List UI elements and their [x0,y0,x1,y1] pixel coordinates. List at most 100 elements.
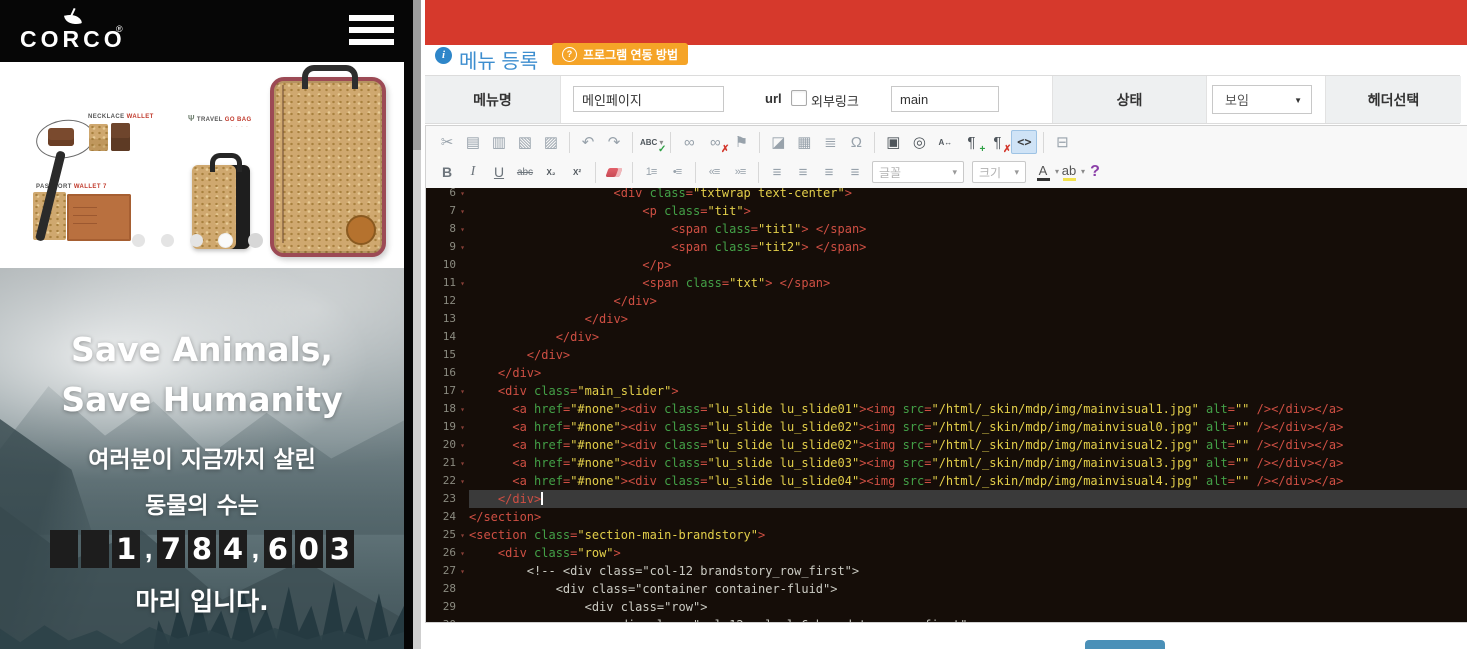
paste-word-icon[interactable]: ▨ [539,130,563,154]
show-blocks-icon[interactable]: ¶+ [959,130,983,154]
fold-arrow-icon[interactable]: ▾ [456,220,469,238]
superscript-button[interactable]: X² [565,160,589,184]
code-area[interactable]: 6▾ <div class="txtwrap text-center">7▾ <… [426,188,1467,622]
code-line-27[interactable]: 27▾ <!-- <div class="col-12 brandstory_r… [426,562,1467,580]
fold-arrow-icon[interactable]: ▾ [456,202,469,220]
fold-arrow-icon[interactable]: ▾ [456,400,469,418]
preview-scrollbar-thumb[interactable] [413,0,421,150]
code-line-29[interactable]: 29 <div class="row"> [426,598,1467,616]
replace-icon[interactable]: A↔ [933,130,957,154]
spellcheck-icon[interactable]: ABC✓▾ [639,130,664,154]
numbered-list-icon[interactable]: 1≡ [639,160,663,184]
indent-icon[interactable]: »≡ [728,160,752,184]
slider-dot[interactable] [219,234,232,247]
code-line-23[interactable]: 23 </div> [426,490,1467,508]
outdent-icon[interactable]: «≡ [702,160,726,184]
code-line-17[interactable]: 17▾ <div class="main_slider"> [426,382,1467,400]
cut-icon[interactable]: ✂ [435,130,459,154]
code-line-24[interactable]: 24</section> [426,508,1467,526]
code-line-26[interactable]: 26▾ <div class="row"> [426,544,1467,562]
hamburger-menu-icon[interactable] [349,15,394,47]
bulleted-list-icon[interactable]: •≡ [665,160,689,184]
special-char-icon[interactable]: Ω [844,130,868,154]
code-line-16[interactable]: 16 </div> [426,364,1467,382]
maximize-icon[interactable]: ▣ [881,130,905,154]
fold-arrow-icon[interactable]: ▾ [456,188,469,202]
code-line-21[interactable]: 21▾ <a href="#none"><div class="lu_slide… [426,454,1467,472]
paste-icon[interactable]: ▥ [487,130,511,154]
code-line-7[interactable]: 7▾ <p class="tit"> [426,202,1467,220]
unlink-icon[interactable]: ∞✗ [703,130,727,154]
menu-name-input[interactable] [573,86,724,112]
horizontal-line-icon[interactable]: ≣ [818,130,842,154]
fold-arrow-icon[interactable]: ▾ [456,418,469,436]
font-dropdown[interactable]: 글꼴▾ [872,161,964,183]
strikethrough-button[interactable]: abc [513,160,537,184]
status-select[interactable]: 보임 ▼ [1212,85,1312,114]
link-icon[interactable]: ∞ [677,130,701,154]
anchor-icon[interactable]: ⚑ [729,130,753,154]
fold-arrow-icon[interactable]: ▾ [456,526,469,544]
align-center-icon[interactable]: ≡ [791,160,815,184]
slider-dot[interactable] [190,234,203,247]
program-link-help-button[interactable]: ? 프로그램 연동 방법 [552,43,688,65]
text-color-icon[interactable]: A▾ [1031,160,1055,184]
code-line-6[interactable]: 6▾ <div class="txtwrap text-center"> [426,188,1467,202]
copy-icon[interactable]: ▤ [461,130,485,154]
undo-icon[interactable]: ↶ [576,130,600,154]
subscript-button[interactable]: X₂ [539,160,563,184]
background-color-icon[interactable]: ab▾ [1057,160,1081,184]
code-line-13[interactable]: 13 </div> [426,310,1467,328]
table-icon[interactable]: ▦ [792,130,816,154]
code-line-25[interactable]: 25▾<section class="section-main-brandsto… [426,526,1467,544]
source-button[interactable]: <> [1011,130,1037,154]
code-line-12[interactable]: 12 </div> [426,292,1467,310]
fold-arrow-icon[interactable]: ▾ [456,238,469,256]
slider-dot[interactable] [161,234,174,247]
code-line-11[interactable]: 11▾ <span class="txt"> </span> [426,274,1467,292]
slider-dot[interactable] [132,234,145,247]
italic-button[interactable]: I [461,160,485,184]
code-line-20[interactable]: 20▾ <a href="#none"><div class="lu_slide… [426,436,1467,454]
image-icon[interactable]: ◪ [766,130,790,154]
slider-dot[interactable] [248,233,263,248]
fold-arrow-icon[interactable]: ▾ [456,274,469,292]
fold-arrow-icon[interactable]: ▾ [456,382,469,400]
code-line-19[interactable]: 19▾ <a href="#none"><div class="lu_slide… [426,418,1467,436]
save-button[interactable]: 저장하기 [1085,640,1165,649]
fold-arrow-icon[interactable]: ▾ [456,544,469,562]
external-link-checkbox[interactable] [791,90,807,106]
align-right-icon[interactable]: ≡ [817,160,841,184]
find-icon[interactable]: ◎ [907,130,931,154]
print-icon[interactable]: ⊟ [1050,130,1074,154]
remove-format-icon[interactable] [602,160,626,184]
screen: CORCO ® NECKLACE WALLET PASSPORT WALLET … [0,0,1467,649]
fold-arrow-icon[interactable]: ▾ [456,472,469,490]
align-justify-icon[interactable]: ≡ [843,160,867,184]
code-line-8[interactable]: 8▾ <span class="tit1"> </span> [426,220,1467,238]
about-icon[interactable]: ? [1083,160,1107,184]
fold-arrow-icon[interactable]: ▾ [456,436,469,454]
align-left-icon[interactable]: ≡ [765,160,789,184]
code-line-30[interactable]: 30 <div class="col-12 col-xl-6 brandstor… [426,616,1467,622]
line-number: 29 [426,598,456,616]
source-code-editor: ✂▤▥▧▨ ↶↷ ABC✓▾ ∞∞✗⚑ ◪▦≣Ω ▣◎A↔¶+¶✗<> ⊟ BIUabcX₂… [425,125,1467,623]
fold-arrow-icon[interactable]: ▾ [456,454,469,472]
redo-icon[interactable]: ↷ [602,130,626,154]
code-line-15[interactable]: 15 </div> [426,346,1467,364]
code-line-28[interactable]: 28 <div class="container container-fluid… [426,580,1467,598]
fold-arrow-icon[interactable]: ▾ [456,562,469,580]
code-line-18[interactable]: 18▾ <a href="#none"><div class="lu_slide… [426,400,1467,418]
underline-button[interactable]: U [487,160,511,184]
code-line-9[interactable]: 9▾ <span class="tit2"> </span> [426,238,1467,256]
fold-spacer [456,598,469,616]
size-dropdown[interactable]: 크기▾ [972,161,1026,183]
hide-blocks-icon[interactable]: ¶✗ [985,130,1009,154]
code-line-10[interactable]: 10 </p> [426,256,1467,274]
code-line-22[interactable]: 22▾ <a href="#none"><div class="lu_slide… [426,472,1467,490]
url-input[interactable] [891,86,999,112]
paste-text-icon[interactable]: ▧ [513,130,537,154]
bold-button[interactable]: B [435,160,459,184]
preview-scrollbar[interactable] [413,0,421,649]
code-line-14[interactable]: 14 </div> [426,328,1467,346]
